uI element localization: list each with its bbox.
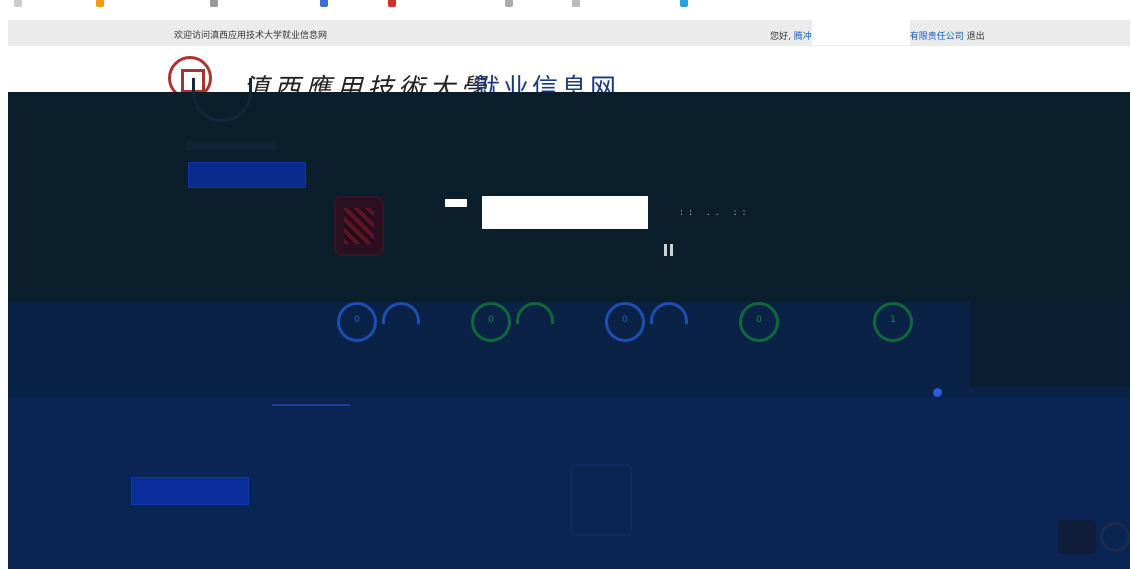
company-avatar xyxy=(334,196,384,256)
stat-value: 1 xyxy=(890,315,896,325)
bookmark-item[interactable] xyxy=(210,0,221,8)
floating-chat-icon[interactable] xyxy=(1058,520,1096,554)
bookmark-item[interactable] xyxy=(505,0,516,8)
faint-icon-frame xyxy=(570,464,632,536)
welcome-text: 欢迎访问滇西应用技术大学就业信息网 xyxy=(174,31,328,41)
bookmark-icon xyxy=(505,0,513,7)
dim-bottom-button[interactable] xyxy=(131,477,249,505)
bookmarks-bar xyxy=(0,0,1131,12)
bookmark-icon xyxy=(210,0,218,7)
dim-info-text: :: .. :: xyxy=(680,208,752,218)
stat-circle[interactable]: 0 xyxy=(739,302,779,342)
stat-circle[interactable]: 0 xyxy=(471,302,511,342)
bookmark-item[interactable] xyxy=(388,0,399,8)
active-tab-underline xyxy=(272,404,350,406)
faint-label xyxy=(186,142,276,150)
bookmark-icon xyxy=(388,0,396,7)
site-header: 滇西應用技術大學 就业信息网 xyxy=(8,46,1130,104)
bookmark-icon xyxy=(572,0,580,7)
stat-circle[interactable]: 0 xyxy=(337,302,377,342)
bookmark-icon xyxy=(680,0,688,7)
user-info: 您好, 腾冲 有限责任公司 退出 xyxy=(770,19,985,45)
stat-value: 0 xyxy=(756,315,762,325)
greeting-text: 您好, xyxy=(770,32,791,42)
bookmark-item[interactable] xyxy=(14,0,25,8)
bookmark-item[interactable] xyxy=(320,0,331,8)
stat-circle[interactable]: 0 xyxy=(605,302,645,342)
bookmark-icon xyxy=(96,0,104,7)
bookmark-icon xyxy=(320,0,328,7)
more-arrow-icon[interactable] xyxy=(933,388,942,397)
stat-value: 0 xyxy=(354,315,360,325)
redaction-block-small xyxy=(445,199,467,207)
company-link-prefix[interactable]: 腾冲 xyxy=(794,32,812,42)
logout-link[interactable]: 退出 xyxy=(967,32,985,42)
bookmark-item[interactable] xyxy=(96,0,107,8)
dim-blue-button[interactable] xyxy=(188,162,306,188)
company-link-suffix[interactable]: 有限责任公司 xyxy=(910,32,964,42)
stat-value: 0 xyxy=(488,315,494,325)
bookmark-item[interactable] xyxy=(572,0,583,8)
bookmark-item[interactable] xyxy=(680,0,691,8)
site-topbar: 欢迎访问滇西应用技术大学就业信息网 您好, 腾冲 有限责任公司 退出 xyxy=(8,19,1130,46)
redaction-block xyxy=(482,196,648,229)
modal-overlay[interactable]: :: .. :: 0 0 0 0 1 xyxy=(8,78,1130,569)
qr-fragment xyxy=(664,244,676,256)
redacted-company-name xyxy=(811,19,910,45)
stat-value: 0 xyxy=(622,315,628,325)
overlay-panel xyxy=(970,302,1130,387)
overlay-band xyxy=(8,302,1130,397)
profile-ring-icon xyxy=(192,78,252,122)
bookmark-icon xyxy=(14,0,22,7)
stat-circle[interactable]: 1 xyxy=(873,302,913,342)
floating-help-icon[interactable] xyxy=(1100,522,1130,552)
